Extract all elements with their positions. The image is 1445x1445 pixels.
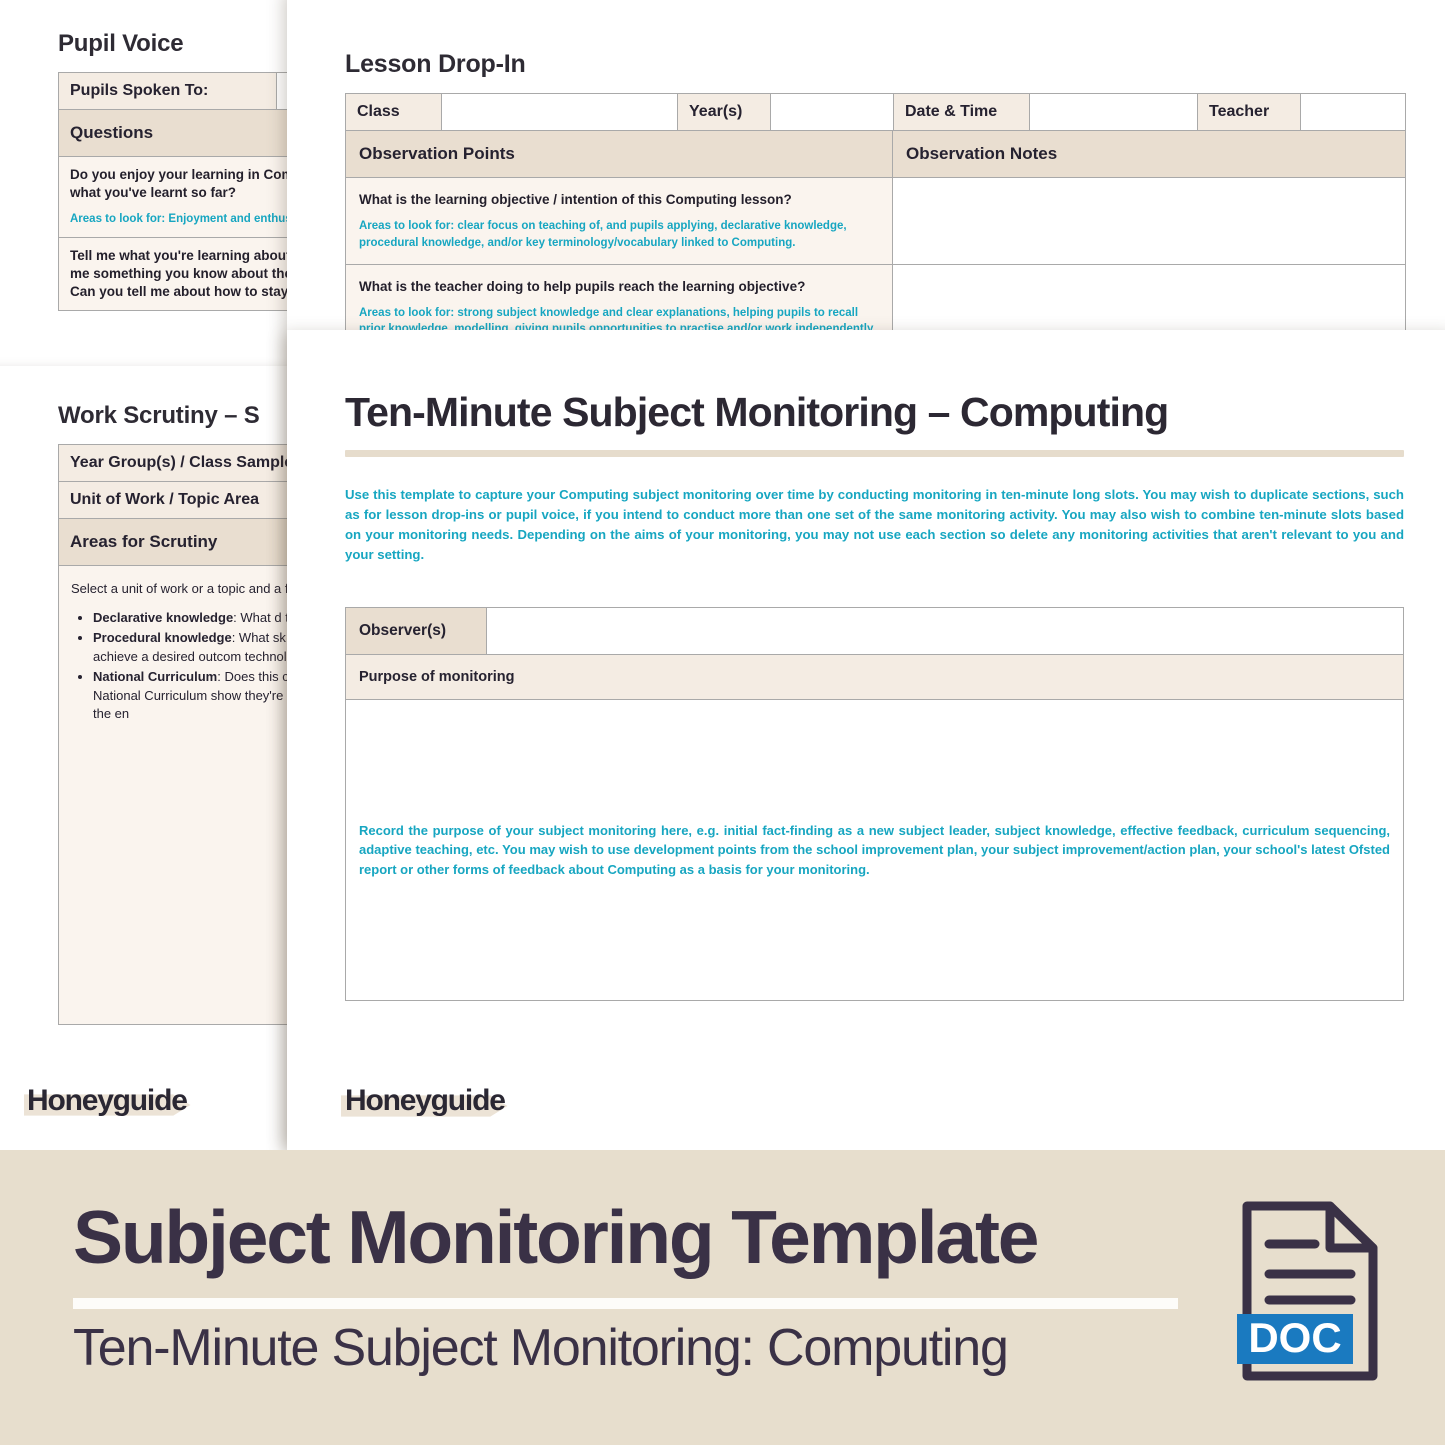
teacher-field[interactable]	[1300, 93, 1406, 131]
logo-wrap: Honeyguide	[24, 1084, 191, 1117]
screenshot-stage: Pupil Voice Pupils Spoken To: Questions …	[0, 0, 1445, 1445]
observation-question: What is the teacher doing to help pupils…	[359, 278, 806, 294]
observer-field[interactable]	[486, 607, 1404, 656]
honeyguide-logo-main: Honeyguide	[341, 1084, 508, 1117]
teacher-label: Teacher	[1197, 93, 1301, 131]
bullet-lead: National Curriculum	[93, 669, 218, 685]
monitoring-summary-table: Observer(s) Purpose of monitoring Record…	[345, 607, 1404, 1002]
table-row: Observer(s)	[345, 607, 1404, 656]
page-title: Ten-Minute Subject Monitoring – Computin…	[345, 389, 1169, 435]
class-label: Class	[345, 93, 442, 131]
main-content: Ten-Minute Subject Monitoring – Computin…	[287, 330, 1445, 1002]
banner-subtitle: Ten-Minute Subject Monitoring: Computing	[73, 1319, 1009, 1377]
table-row: Record the purpose of your subject monit…	[345, 699, 1404, 1002]
class-field[interactable]	[441, 93, 678, 131]
logo-wrap: Honeyguide	[341, 1084, 508, 1117]
observation-notes-cell[interactable]	[892, 177, 1406, 265]
date-time-label: Date & Time	[893, 93, 1030, 131]
observer-value	[487, 617, 1403, 645]
table-row: Class Year(s) Date & Time Teacher	[345, 93, 1406, 131]
years-label: Year(s)	[677, 93, 771, 131]
banner-title: Subject Monitoring Template	[73, 1195, 1039, 1279]
lesson-dropin-meta-table: Class Year(s) Date & Time Teacher	[345, 93, 1406, 131]
observation-hint: Areas to look for: clear focus on teachi…	[359, 220, 847, 249]
observation-points-header: Observation Points	[345, 130, 893, 178]
logo-text: Honeyguide	[27, 1084, 188, 1117]
logo-text: Honeyguide	[345, 1084, 506, 1117]
observation-point-cell: What is the learning objective / intenti…	[345, 177, 893, 265]
years-field[interactable]	[770, 93, 894, 131]
intro-paragraph: Use this template to capture your Comput…	[345, 486, 1404, 563]
bullet-lead: Declarative knowledge	[93, 609, 234, 625]
doc-file-icon: DOC	[1237, 1201, 1378, 1381]
purpose-hint: Record the purpose of your subject monit…	[359, 822, 1390, 877]
title-divider	[345, 449, 1404, 457]
bullet-lead: Procedural knowledge	[93, 630, 232, 646]
purpose-label: Purpose of monitoring	[345, 654, 1404, 701]
lesson-dropin-heading: Lesson Drop-In	[345, 50, 526, 78]
doc-label: DOC	[1248, 1314, 1341, 1361]
observer-label-text: Observer(s)	[359, 622, 447, 640]
pupils-spoken-to-label: Pupils Spoken To:	[58, 72, 277, 110]
banner-divider	[73, 1298, 1178, 1309]
purpose-body-pad: Record the purpose of your subject monit…	[346, 807, 1403, 894]
observation-question: What is the learning objective / intenti…	[359, 192, 792, 207]
bottom-banner: Subject Monitoring Template Ten-Minute S…	[0, 1150, 1445, 1445]
observer-label: Observer(s)	[345, 607, 487, 656]
purpose-label-text: Purpose of monitoring	[359, 669, 515, 686]
table-row: Purpose of monitoring	[345, 654, 1404, 701]
banner-inner: Subject Monitoring Template Ten-Minute S…	[0, 1150, 1445, 1445]
date-time-field[interactable]	[1029, 93, 1198, 131]
purpose-field[interactable]: Record the purpose of your subject monit…	[345, 699, 1404, 1002]
honeyguide-logo-left: Honeyguide	[24, 1084, 191, 1117]
table-row: Observation Points Observation Notes	[345, 130, 1406, 178]
observation-notes-header: Observation Notes	[892, 130, 1406, 178]
table-row: What is the learning objective / intenti…	[345, 177, 1406, 265]
